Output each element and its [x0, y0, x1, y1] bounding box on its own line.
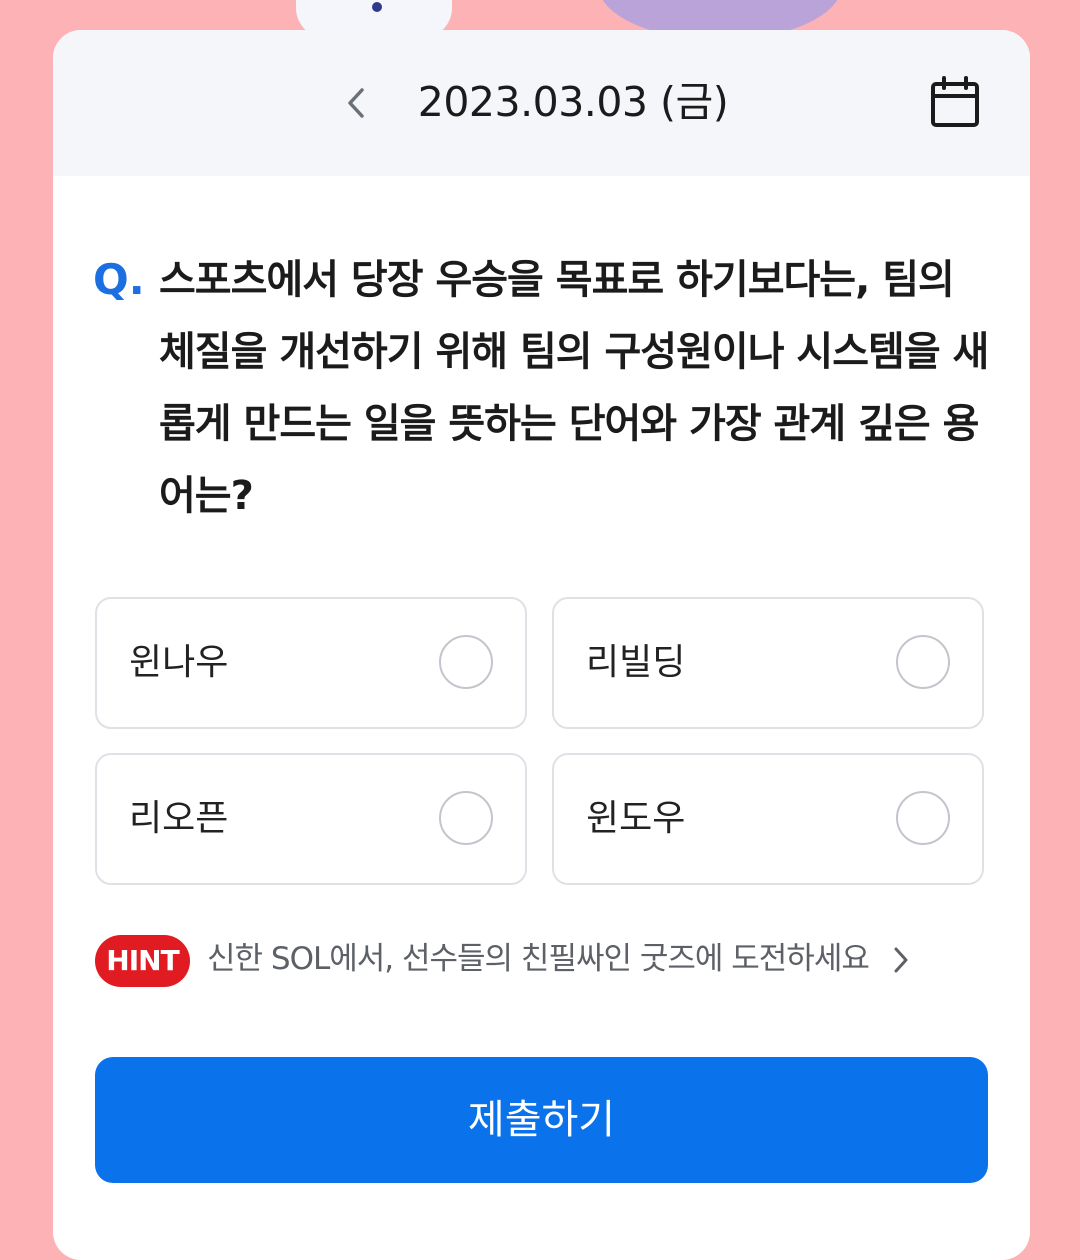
question-prefix: Q.	[93, 255, 145, 304]
calendar-icon	[931, 76, 979, 127]
hint-link[interactable]: HINT 신한 SOL에서, 선수들의 친필싸인 굿즈에 도전하세요	[95, 932, 995, 990]
option-2[interactable]: 리빌딩	[552, 597, 984, 729]
hint-badge: HINT	[95, 935, 190, 987]
option-label: 윈도우	[586, 798, 686, 839]
option-label: 윈나우	[129, 642, 229, 683]
calendar-button[interactable]	[927, 74, 985, 132]
question-text: 스포츠에서 당장 우승을 목표로 하기보다는, 팀의 체질을 개선하기 위해 팀…	[159, 257, 989, 519]
hint-text: 신한 SOL에서, 선수들의 친필싸인 굿즈에 도전하세요	[207, 941, 870, 977]
option-3[interactable]: 리오픈	[95, 753, 527, 885]
date-header: 2023.03.03 (금)	[53, 30, 1030, 176]
radio-circle-icon[interactable]	[896, 791, 950, 845]
option-label: 리오픈	[129, 798, 229, 839]
quiz-card: 2023.03.03 (금) Q. 스포츠에서 당장 우승을 목표로 하기보다는…	[53, 30, 1030, 1260]
submit-button[interactable]: 제출하기	[95, 1057, 988, 1183]
option-label: 리빌딩	[586, 642, 686, 683]
option-1[interactable]: 윈나우	[95, 597, 527, 729]
chevron-right-icon	[894, 947, 908, 973]
prev-date-button[interactable]	[336, 78, 376, 128]
option-4[interactable]: 윈도우	[552, 753, 984, 885]
radio-circle-icon[interactable]	[896, 635, 950, 689]
radio-circle-icon[interactable]	[439, 791, 493, 845]
date-title: 2023.03.03 (금)	[417, 78, 729, 126]
radio-circle-icon[interactable]	[439, 635, 493, 689]
chevron-left-icon	[348, 88, 364, 118]
mascot-eye	[372, 2, 382, 12]
